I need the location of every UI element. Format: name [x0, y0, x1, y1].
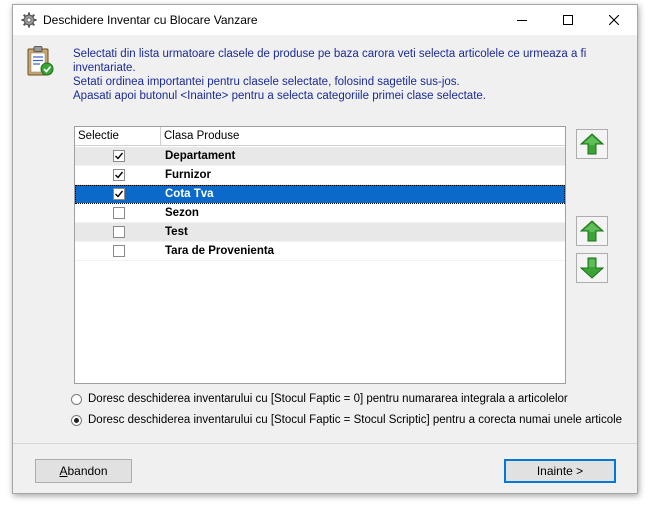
abandon-label: bandon: [67, 464, 108, 478]
next-button[interactable]: Inainte >: [504, 459, 616, 483]
minimize-icon: [517, 20, 527, 21]
clipboard-icon: [25, 45, 55, 77]
row-label: Sezon: [165, 207, 199, 219]
option-full-inventory[interactable]: Doresc deschiderea inventarului cu [Stoc…: [71, 391, 568, 407]
row-label: Tara de Provenienta: [165, 245, 275, 257]
minimize-button[interactable]: [499, 5, 545, 35]
row-checkbox[interactable]: [113, 188, 125, 200]
instruction-line-3: Apasati apoi butonul <Inainte> pentru a …: [73, 90, 486, 102]
row-checkbox[interactable]: [113, 226, 125, 238]
arrow-down-icon: [580, 257, 604, 279]
row-checkbox[interactable]: [113, 169, 125, 181]
close-button[interactable]: [591, 5, 637, 35]
move-up-button[interactable]: [576, 216, 608, 246]
grid-row-selected[interactable]: Cota Tva: [75, 185, 565, 204]
maximize-button[interactable]: [545, 5, 591, 35]
arrow-up-icon: [580, 220, 604, 242]
checkmark-icon: [115, 171, 124, 179]
product-class-grid[interactable]: Selectie Clasa Produse Departament Furni…: [74, 126, 566, 384]
dialog-window: Deschidere Inventar cu Blocare Vanzare S…: [12, 4, 638, 494]
row-checkbox[interactable]: [113, 150, 125, 162]
radio-partial-inventory[interactable]: [71, 414, 82, 426]
close-icon: [609, 15, 619, 25]
option-partial-inventory-label: Doresc deschiderea inventarului cu [Stoc…: [88, 414, 623, 426]
row-label: Departament: [165, 150, 236, 162]
checkmark-icon: [115, 190, 124, 198]
option-partial-inventory[interactable]: Doresc deschiderea inventarului cu [Stoc…: [71, 412, 622, 428]
column-header-class[interactable]: Clasa Produse: [161, 127, 565, 146]
window-title: Deschidere Inventar cu Blocare Vanzare: [43, 13, 258, 27]
grid-row[interactable]: Tara de Provenienta: [75, 242, 565, 261]
row-label: Furnizor: [165, 169, 211, 181]
row-checkbox[interactable]: [113, 207, 125, 219]
move-top-button[interactable]: [576, 129, 608, 159]
gear-icon: [21, 12, 37, 28]
column-header-selection[interactable]: Selectie: [75, 127, 161, 146]
row-label: Cota Tva: [165, 188, 214, 200]
abandon-button[interactable]: Abandon: [35, 459, 132, 483]
move-down-button[interactable]: [576, 253, 608, 283]
grid-row[interactable]: Test: [75, 223, 565, 242]
next-label: Inainte >: [536, 464, 584, 478]
checkmark-icon: [115, 152, 124, 160]
instruction-line-1: Selectati din lista urmatoare clasele de…: [73, 48, 587, 74]
footer-divider: [13, 443, 637, 444]
grid-row[interactable]: Sezon: [75, 204, 565, 223]
grid-row[interactable]: Departament: [75, 147, 565, 166]
radio-full-inventory[interactable]: [71, 393, 82, 405]
grid-header: Selectie Clasa Produse: [75, 127, 565, 146]
maximize-icon: [563, 15, 573, 25]
instruction-line-2: Setati ordinea importantei pentru clasel…: [73, 76, 460, 88]
arrow-up-icon: [580, 133, 604, 155]
option-full-inventory-label: Doresc deschiderea inventarului cu [Stoc…: [88, 393, 568, 405]
row-checkbox[interactable]: [113, 245, 125, 257]
title-bar[interactable]: Deschidere Inventar cu Blocare Vanzare: [13, 5, 637, 35]
instructions-text: Selectati din lista urmatoare clasele de…: [73, 47, 628, 103]
grid-row[interactable]: Furnizor: [75, 166, 565, 185]
row-label: Test: [165, 226, 188, 238]
